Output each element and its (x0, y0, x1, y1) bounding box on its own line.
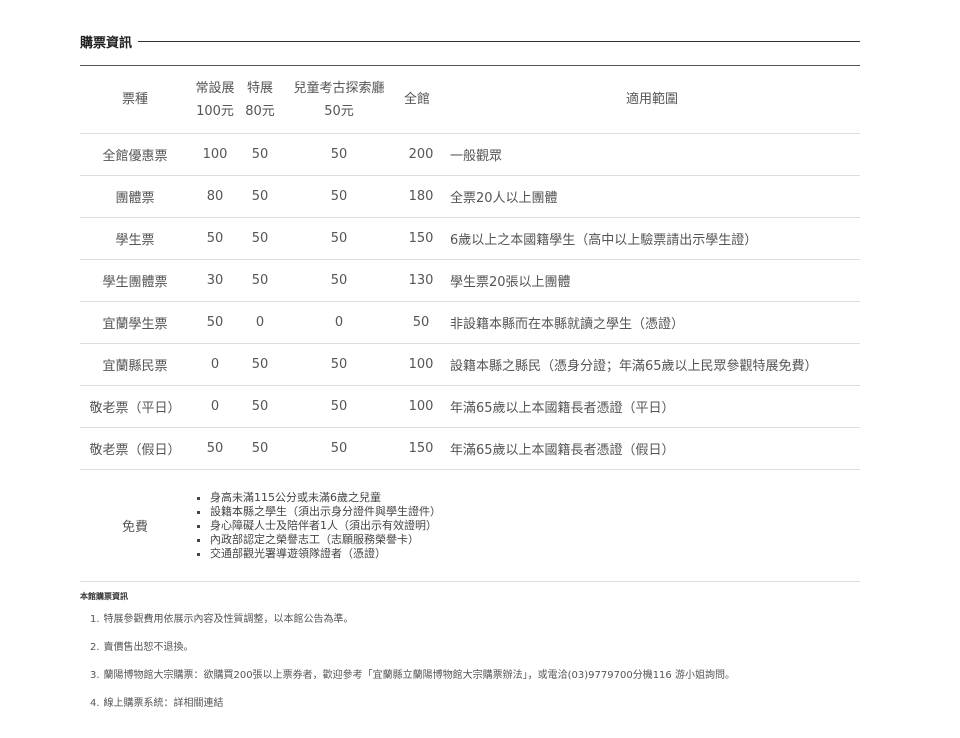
cell-all: 50 (412, 315, 430, 330)
cell-ticket-type: 宜蘭學生票 (102, 317, 168, 332)
table-row: 敬老票（假日） 50 50 50 150 年滿65歲以上本國籍長者憑證（假日） (80, 428, 860, 470)
header-kids-name: 兒童考古探索廳 (293, 80, 385, 96)
cell-kids: 50 (330, 273, 348, 288)
table-row: 宜蘭縣民票 0 50 50 100 設籍本縣之縣民（憑身分證；年滿65歲以上民眾… (80, 344, 860, 386)
notes-list: 1. 特展參觀費用依展示內容及性質調整，以本館公告為準。 2. 賣價售出恕不退換。 … (90, 606, 735, 718)
note-text: 蘭陽博物館大宗購票：欲購買200張以上票券者，歡迎參考「宜蘭縣立蘭陽博物館大宗購… (103, 670, 735, 681)
ticket-price-table: 票種 常設展 100元 特展 80元 兒童考古探索廳 50元 全館 適用範圍 全… (80, 65, 860, 582)
table-header-row: 票種 常設展 100元 特展 80元 兒童考古探索廳 50元 全館 適用範圍 (80, 65, 860, 134)
note-text: 線上購票系統：詳相關連結 (103, 698, 224, 709)
cell-ticket-type: 免費 (121, 520, 148, 535)
section-title: 購票資訊 (80, 35, 133, 51)
cell-special: 50 (251, 273, 269, 288)
cell-all: 150 (408, 231, 434, 246)
cell-kids: 50 (330, 441, 348, 456)
section-divider (138, 40, 860, 42)
cell-kids: 50 (330, 357, 348, 372)
header-special-name: 特展 (246, 80, 273, 96)
cell-scope: 全票20人以上團體 (450, 191, 558, 206)
cell-all: 100 (408, 357, 434, 372)
section-header: 購票資訊 (80, 33, 860, 51)
cell-special: 50 (251, 231, 269, 246)
header-regular-name: 常設展 (195, 80, 235, 96)
note-text: 特展參觀費用依展示內容及性質調整，以本館公告為準。 (103, 614, 354, 625)
cell-special: 50 (251, 441, 269, 456)
list-item: 1. 特展參觀費用依展示內容及性質調整，以本館公告為準。 (90, 606, 735, 634)
table-row: 敬老票（平日） 0 50 50 100 年滿65歲以上本國籍長者憑證（平日） (80, 386, 860, 428)
note-number: 3. (90, 670, 100, 681)
free-admission-row: 免費 身高未滿115公分或未滿6歲之兒童 設籍本縣之學生（須出示身分證件與學生證… (80, 470, 860, 582)
cell-scope: 6歲以上之本國籍學生（高中以上驗票請出示學生證） (450, 233, 758, 248)
note-number: 2. (90, 642, 100, 653)
cell-kids: 50 (330, 189, 348, 204)
note-text: 賣價售出恕不退換。 (103, 642, 194, 653)
cell-special: 0 (255, 315, 265, 330)
cell-regular: 100 (202, 147, 228, 162)
cell-ticket-type: 團體票 (115, 191, 155, 206)
cell-regular: 80 (206, 189, 224, 204)
list-item: 身心障礙人士及陪伴者1人（須出示有效證明） (210, 519, 859, 533)
cell-kids: 50 (330, 147, 348, 162)
cell-special: 50 (251, 399, 269, 414)
table-row: 宜蘭學生票 50 0 0 50 非設籍本縣而在本縣就讀之學生（憑證） (80, 302, 860, 344)
table-row: 全館優惠票 100 50 50 200 一般觀眾 (80, 134, 860, 176)
list-item: 內政部認定之榮譽志工（志願服務榮譽卡） (210, 533, 859, 547)
free-eligibility-list: 身高未滿115公分或未滿6歲之兒童 設籍本縣之學生（須出示身分證件與學生證件） … (191, 491, 859, 561)
cell-regular: 50 (206, 231, 224, 246)
cell-ticket-type: 學生團體票 (102, 275, 168, 290)
header-regular-price: 100元 (196, 103, 234, 119)
cell-regular: 50 (206, 441, 224, 456)
cell-kids: 0 (334, 315, 344, 330)
cell-kids: 50 (330, 399, 348, 414)
cell-regular: 0 (210, 357, 220, 372)
cell-scope: 學生票20張以上團體 (450, 275, 571, 290)
table-row: 學生團體票 30 50 50 130 學生票20張以上團體 (80, 260, 860, 302)
note-number: 1. (90, 614, 100, 625)
table-row: 學生票 50 50 50 150 6歲以上之本國籍學生（高中以上驗票請出示學生證… (80, 218, 860, 260)
free-eligibility-cell: 身高未滿115公分或未滿6歲之兒童 設籍本縣之學生（須出示身分證件與學生證件） … (190, 470, 860, 582)
page: 購票資訊 票種 常設展 100元 特展 80元 兒童考古探索廳 50元 全館 適… (0, 0, 960, 738)
cell-ticket-type: 學生票 (115, 233, 155, 248)
header-special-exhibit: 特展 80元 (240, 66, 280, 134)
list-item: 4. 線上購票系統：詳相關連結 (90, 690, 735, 718)
cell-scope: 非設籍本縣而在本縣就讀之學生（憑證） (450, 317, 685, 332)
cell-special: 50 (251, 357, 269, 372)
cell-ticket-type: 敬老票（假日） (89, 443, 181, 458)
header-kids-price: 50元 (324, 103, 354, 119)
cell-scope: 年滿65歲以上本國籍長者憑證（平日） (450, 401, 675, 416)
list-item: 2. 賣價售出恕不退換。 (90, 634, 735, 662)
list-item: 身高未滿115公分或未滿6歲之兒童 (210, 491, 859, 505)
table-row: 團體票 80 50 50 180 全票20人以上團體 (80, 176, 860, 218)
header-all-access: 全館 (404, 92, 431, 107)
cell-all: 130 (408, 273, 434, 288)
list-item: 設籍本縣之學生（須出示身分證件與學生證件） (210, 505, 859, 519)
cell-ticket-type: 全館優惠票 (102, 149, 168, 164)
list-item: 3. 蘭陽博物館大宗購票：欲購買200張以上票券者，歡迎參考「宜蘭縣立蘭陽博物館大… (90, 662, 735, 690)
cell-all: 100 (408, 399, 434, 414)
cell-scope: 一般觀眾 (450, 149, 503, 164)
cell-special: 50 (251, 147, 269, 162)
cell-regular: 50 (206, 315, 224, 330)
header-ticket-type: 票種 (121, 92, 148, 107)
cell-scope: 設籍本縣之縣民（憑身分證；年滿65歲以上民眾參觀特展免費） (450, 359, 818, 374)
cell-all: 150 (408, 441, 434, 456)
cell-kids: 50 (330, 231, 348, 246)
cell-scope: 年滿65歲以上本國籍長者憑證（假日） (450, 443, 675, 458)
cell-ticket-type: 敬老票（平日） (89, 401, 181, 416)
cell-all: 180 (408, 189, 434, 204)
cell-all: 200 (408, 147, 434, 162)
cell-special: 50 (251, 189, 269, 204)
header-kids-hall: 兒童考古探索廳 50元 (280, 66, 398, 134)
notes-title: 本館購票資訊 (80, 592, 128, 601)
cell-regular: 0 (210, 399, 220, 414)
list-item: 交通部觀光署導遊領隊證者（憑證） (210, 547, 859, 561)
cell-regular: 30 (206, 273, 224, 288)
cell-ticket-type: 宜蘭縣民票 (102, 359, 168, 374)
note-number: 4. (90, 698, 100, 709)
header-special-price: 80元 (245, 103, 275, 119)
header-regular-exhibit: 常設展 100元 (190, 66, 240, 134)
header-scope: 適用範圍 (625, 92, 678, 107)
